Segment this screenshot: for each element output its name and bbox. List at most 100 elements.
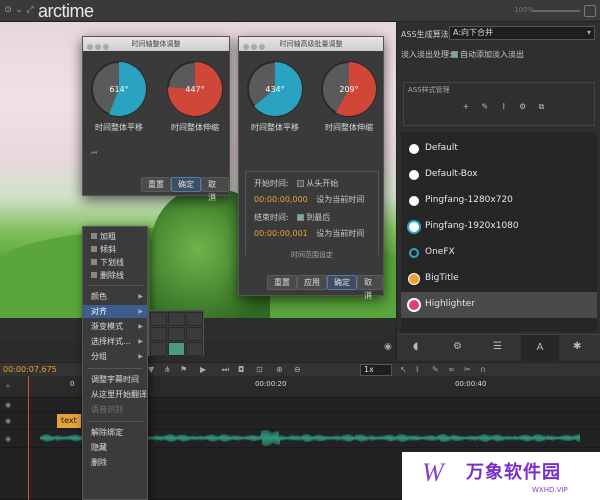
playhead[interactable] — [28, 376, 29, 500]
style-item[interactable]: OneFX — [401, 240, 597, 266]
fullscreen-button[interactable] — [584, 5, 596, 17]
add-icon[interactable]: + — [460, 101, 472, 113]
eye-icon[interactable]: ◉ — [5, 401, 11, 409]
context-menu-item[interactable]: 删除 — [83, 456, 147, 469]
algo-select[interactable]: A:向下合并 ▾ — [449, 26, 595, 40]
cancel-button[interactable]: 取消 — [201, 177, 229, 202]
zoom-in-icon[interactable]: ⊕ — [276, 365, 283, 374]
shift-dial[interactable]: 614° 时间整体平移 — [89, 59, 149, 133]
end-time-field[interactable]: 00:00:00,001 — [254, 229, 308, 238]
context-menu-item[interactable]: 从这里开始翻译 — [83, 388, 147, 401]
set-current-end-button[interactable]: 设为当前时间 — [316, 229, 364, 238]
edit-icon[interactable]: ✎ — [479, 101, 491, 113]
style-management-title: ASS样式管理 — [408, 86, 450, 94]
eye-icon[interactable]: ◉ — [5, 435, 11, 443]
list-icon[interactable]: ☰ — [493, 341, 502, 352]
text-tool-icon[interactable]: I — [416, 365, 418, 374]
expand-icon[interactable]: ⤢ — [25, 5, 35, 15]
cancel-button[interactable]: 取消 — [357, 275, 383, 300]
alignment-cell[interactable] — [150, 342, 167, 356]
pencil-icon[interactable]: ✎ — [432, 365, 439, 374]
chevron-down-icon[interactable]: ⌄ — [14, 5, 24, 15]
context-menu-label: 选择样式… — [91, 337, 131, 346]
alignment-cell[interactable] — [150, 312, 167, 326]
reset-button[interactable]: 重置 — [141, 177, 171, 192]
context-menu-item[interactable]: 倾斜 — [83, 243, 147, 256]
gear-icon[interactable]: ⚙ — [453, 341, 462, 352]
shift-dial-graphic[interactable]: 614° — [89, 59, 149, 119]
alignment-cell[interactable] — [150, 327, 167, 341]
ok-button[interactable]: 确定 — [171, 177, 201, 192]
fade-option[interactable]: 自动添加淡入淡出 — [451, 49, 524, 60]
style-item[interactable]: Default-Box — [401, 162, 597, 188]
app-logo: arctime — [38, 1, 94, 21]
from-start-checkbox[interactable] — [297, 180, 305, 187]
marker-icon[interactable]: ▼ — [148, 365, 154, 374]
play-icon[interactable]: ▶ — [200, 365, 206, 374]
style-item[interactable]: Pingfang-1280x720 — [401, 188, 597, 214]
pointer-icon[interactable]: ↖ — [400, 365, 407, 374]
copy-icon[interactable]: ⧉ — [536, 101, 548, 113]
text-cursor-icon[interactable]: I — [498, 101, 510, 113]
shift-dial[interactable]: 434° 时间整体平移 — [245, 59, 305, 133]
context-menu-item[interactable]: 下划线 — [83, 256, 147, 269]
style-item[interactable]: Default — [401, 136, 597, 162]
context-menu-item[interactable]: 颜色 ▶ — [83, 290, 147, 303]
style-item[interactable]: Pingfang-1920x1080 — [401, 214, 597, 240]
flag-icon[interactable]: ⚑ — [180, 365, 187, 374]
stretch-dial[interactable]: 209° 时间整体伸缩 — [319, 59, 379, 133]
eye-icon[interactable]: ◉ — [384, 342, 392, 352]
alignment-cell[interactable] — [168, 342, 185, 356]
context-menu-item[interactable]: 选择样式… ▶ — [83, 335, 147, 348]
context-menu-label: 下划线 — [100, 258, 124, 267]
style-item[interactable]: Highlighter — [401, 292, 597, 318]
to-end-checkbox[interactable] — [297, 214, 305, 221]
fade-checkbox[interactable] — [451, 51, 458, 58]
stretch-dial[interactable]: 447° 时间整体伸缩 — [165, 59, 225, 133]
style-color-dot-icon — [409, 300, 419, 310]
alignment-cell[interactable] — [186, 342, 203, 356]
context-menu-item[interactable]: 调整字幕时间 — [83, 373, 147, 386]
set-current-start-button[interactable]: 设为当前时间 — [316, 195, 364, 204]
context-menu-item[interactable]: 删除线 — [83, 269, 147, 282]
rewind-icon[interactable]: ⏮ — [91, 149, 97, 158]
context-menu-item[interactable]: 加粗 — [83, 230, 147, 243]
zoom-slider[interactable] — [532, 10, 580, 12]
shift-dial-graphic[interactable]: 434° — [245, 59, 305, 119]
context-menu-item[interactable]: 渐变模式 ▶ — [83, 320, 147, 333]
ok-button[interactable]: 确定 — [327, 275, 357, 290]
start-time-field[interactable]: 00:00:00,000 — [254, 195, 308, 204]
speed-select[interactable]: 1x — [360, 364, 392, 376]
cut-icon[interactable]: ✂ — [464, 365, 471, 374]
split-icon[interactable]: ⋔ — [164, 365, 171, 374]
fit-icon[interactable]: ⊡ — [256, 365, 263, 374]
style-item[interactable]: BigTitle — [401, 266, 597, 292]
settings-icon[interactable]: ⚙ — [517, 101, 529, 113]
camera-icon[interactable]: ◘ — [238, 365, 244, 374]
style-name: Highlighter — [425, 299, 475, 309]
alignment-cell[interactable] — [186, 327, 203, 341]
eye-icon[interactable]: ◉ — [5, 417, 11, 425]
comment-icon[interactable]: ◖ — [413, 341, 418, 352]
context-menu-item[interactable]: 隐藏 — [83, 441, 147, 454]
context-menu-item[interactable]: 解除绑定 — [83, 426, 147, 439]
alignment-cell[interactable] — [168, 312, 185, 326]
alignment-cell[interactable] — [168, 327, 185, 341]
next-frame-icon[interactable]: ⏭ — [222, 365, 229, 375]
magnet-icon[interactable]: ∩ — [480, 365, 486, 374]
stretch-dial-graphic[interactable]: 447° — [165, 59, 225, 119]
subtitle-clip[interactable]: text — [57, 414, 81, 428]
stretch-dial-graphic[interactable]: 209° — [319, 59, 379, 119]
reset-button[interactable]: 重置 — [267, 275, 297, 290]
add-track-icon[interactable]: + — [5, 382, 11, 390]
zoom-out-icon[interactable]: ⊖ — [294, 365, 301, 374]
dial-value: 434° — [265, 85, 284, 94]
star-icon[interactable]: ✱ — [573, 341, 581, 352]
alignment-cell[interactable] — [186, 312, 203, 326]
context-menu-item[interactable]: 分组 ▶ — [83, 350, 147, 363]
apply-button[interactable]: 应用 — [297, 275, 327, 290]
context-menu-item[interactable]: 对齐 ▶ — [83, 305, 147, 318]
menu-icon[interactable]: ⊙ — [3, 5, 13, 15]
link-icon[interactable]: ∞ — [448, 365, 455, 374]
text-style-tab-icon[interactable]: A — [521, 335, 559, 361]
